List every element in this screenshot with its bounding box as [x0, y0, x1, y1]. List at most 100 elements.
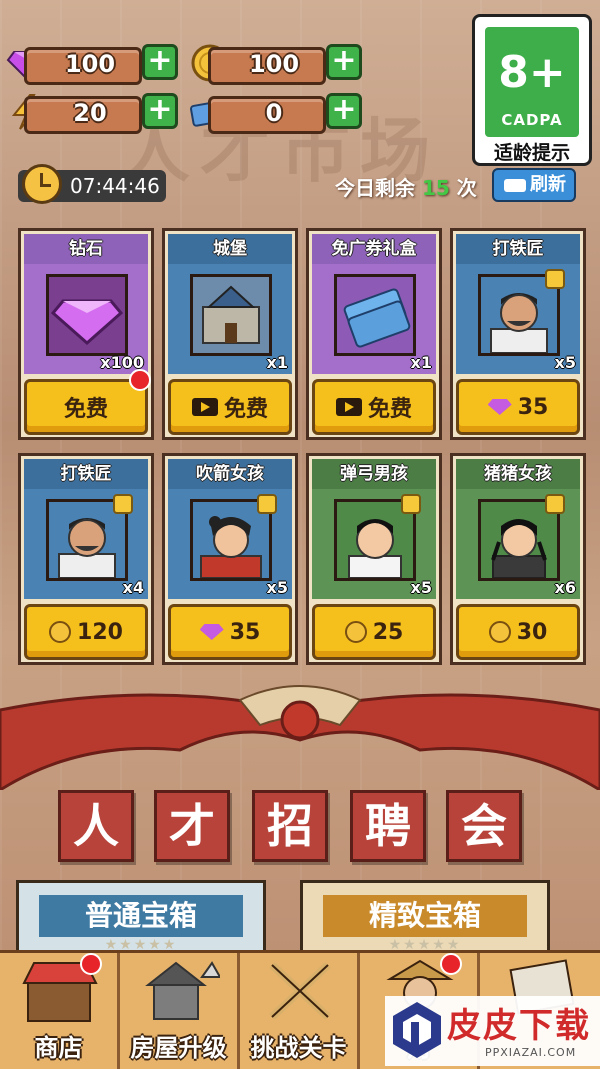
card-price: 免费 — [63, 397, 108, 422]
card-title: 免广券礼盒 — [312, 234, 436, 264]
watermark-url: PPXIAZAI.COM — [485, 1046, 577, 1059]
gold-coin-icon — [488, 621, 511, 643]
rating-tip: 适龄提示 — [493, 142, 570, 164]
normal-chest-card[interactable]: 普通宝箱 ★★★★★ — [16, 880, 266, 960]
ticket-icon — [334, 274, 416, 356]
buy-button[interactable]: 35 — [168, 604, 292, 660]
card-price: 35 — [517, 394, 549, 420]
card-quantity: x5 — [410, 578, 432, 597]
puzzle-piece-icon — [401, 494, 421, 514]
add-tickets-button[interactable]: + — [326, 93, 362, 129]
card-title: 打铁匠 — [24, 459, 148, 489]
shop-card[interactable]: 吹箭女孩 x5 35 — [162, 453, 298, 665]
puzzle-piece-icon — [545, 494, 565, 514]
timer-text: 07:44:46 — [70, 174, 160, 198]
free-claim-button[interactable]: 免费 — [168, 379, 292, 435]
rating-org: CADPA — [501, 111, 563, 129]
card-price: 120 — [77, 619, 123, 645]
diamond-icon — [46, 274, 128, 356]
card-quantity: x5 — [554, 353, 576, 372]
card-image-area: x5 — [168, 489, 292, 599]
gold-value: 100 — [248, 50, 300, 78]
curtain-decoration — [0, 685, 600, 790]
nav-house-upgrade[interactable]: 房屋升级 — [120, 953, 240, 1069]
remaining-number: 15 — [421, 176, 450, 200]
shop-card[interactable]: 打铁匠 x4 120 — [18, 453, 154, 665]
add-energy-button[interactable]: + — [142, 93, 178, 129]
gems-bar: 100 + — [6, 44, 178, 85]
card-quantity: x1 — [266, 353, 288, 372]
card-title: 打铁匠 — [456, 234, 580, 264]
card-price: 35 — [229, 619, 261, 645]
refresh-button[interactable]: 刷新 — [492, 168, 576, 202]
notification-dot — [129, 369, 151, 391]
shop-notification-dot — [80, 953, 102, 975]
watermark: 皮皮下载 PPXIAZAI.COM — [385, 996, 600, 1066]
nav-shop[interactable]: 商店 — [0, 953, 120, 1069]
remaining-count: 今日剩余 15 次 — [335, 172, 477, 201]
card-title: 吹箭女孩 — [168, 459, 292, 489]
card-price: 免费 — [223, 397, 268, 422]
character-notification-dot — [440, 953, 462, 975]
remaining-suffix: 次 — [456, 176, 477, 200]
card-image-area: x6 — [456, 489, 580, 599]
video-ad-icon — [191, 398, 218, 416]
castle-icon — [190, 274, 272, 356]
energy-bar: 20 + — [6, 93, 178, 134]
shop-card[interactable]: 城堡 x1 免费 — [162, 228, 298, 440]
banner-character: 才 — [154, 790, 230, 862]
blacksmith-portrait — [46, 494, 133, 581]
video-icon — [504, 179, 526, 192]
free-claim-button[interactable]: 免费 — [312, 379, 436, 435]
nav-challenge[interactable]: 挑战关卡 — [240, 953, 360, 1069]
buy-button[interactable]: 30 — [456, 604, 580, 660]
card-price: 30 — [516, 619, 548, 645]
gold-bar: 100 + — [190, 44, 362, 85]
diamond-icon — [199, 624, 224, 640]
card-title: 城堡 — [168, 234, 292, 264]
card-quantity: x4 — [122, 578, 144, 597]
banner-character: 招 — [252, 790, 328, 862]
card-price: 免费 — [367, 397, 412, 422]
normal-chest-label: 普通宝箱 — [39, 895, 243, 937]
shop-card[interactable]: 弹弓男孩 x5 25 — [306, 453, 442, 665]
card-title: 猪猪女孩 — [456, 459, 580, 489]
shop-card[interactable]: 猪猪女孩 x6 30 — [450, 453, 586, 665]
video-ad-icon — [335, 398, 362, 416]
buy-button[interactable]: 25 — [312, 604, 436, 660]
slingshot-boy-portrait — [334, 494, 421, 581]
card-quantity: x6 — [554, 578, 576, 597]
card-image-area: x1 — [168, 264, 292, 374]
stopwatch-icon — [22, 164, 62, 204]
free-claim-button[interactable]: 免费 — [24, 379, 148, 435]
pig-girl-portrait — [478, 494, 565, 581]
nav-shop-label: 商店 — [34, 1034, 83, 1062]
age-rating-badge: 8+ CADPA 适龄提示 — [472, 14, 592, 166]
age-rating: 8+ — [498, 47, 566, 98]
card-image-area: x4 — [24, 489, 148, 599]
shop-card[interactable]: 打铁匠 x5 35 — [450, 228, 586, 440]
banner-character: 会 — [446, 790, 522, 862]
shop-card[interactable]: 钻石 x100 免费 — [18, 228, 154, 440]
add-gems-button[interactable]: + — [142, 44, 178, 80]
nav-challenge-label: 挑战关卡 — [250, 1034, 347, 1062]
puzzle-piece-icon — [545, 269, 565, 289]
house-upgrade-icon — [145, 961, 220, 1020]
puzzle-piece-icon — [113, 494, 133, 514]
card-title: 钻石 — [24, 234, 148, 264]
fine-chest-label: 精致宝箱 — [323, 895, 527, 937]
card-image-area: x100 — [24, 264, 148, 374]
card-quantity: x1 — [410, 353, 432, 372]
blacksmith-portrait — [478, 269, 565, 356]
blowdart-girl-portrait — [190, 494, 277, 581]
banner-character: 人 — [58, 790, 134, 862]
gems-value: 100 — [64, 50, 116, 78]
banner-character: 聘 — [350, 790, 426, 862]
puzzle-piece-icon — [257, 494, 277, 514]
fine-chest-card[interactable]: 精致宝箱 ★★★★★ — [300, 880, 550, 960]
shop-card[interactable]: 免广券礼盒 x1 免费 — [306, 228, 442, 440]
crossed-swords-icon — [269, 962, 331, 1020]
add-gold-button[interactable]: + — [326, 44, 362, 80]
buy-button[interactable]: 35 — [456, 379, 580, 435]
buy-button[interactable]: 120 — [24, 604, 148, 660]
